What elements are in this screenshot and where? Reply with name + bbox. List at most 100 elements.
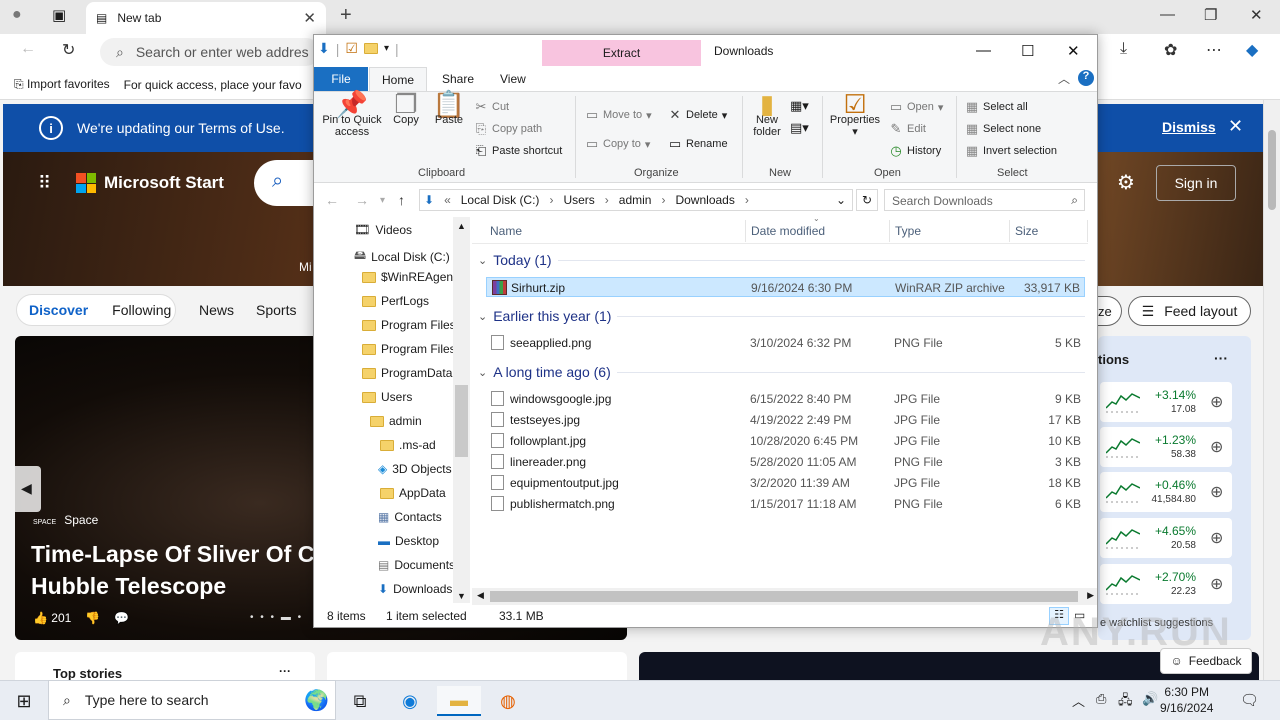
feed-layout-button[interactable]: ☰ Feed layout [1128, 296, 1251, 326]
file-row[interactable]: seeapplied.png 3/10/2024 6:32 PM PNG File 5… [486, 333, 1085, 353]
breadcrumb-chevron-icon[interactable]: › [605, 193, 609, 207]
nav-item[interactable]: Program Files [362, 342, 456, 356]
edge-icon[interactable]: ◉ [388, 686, 432, 716]
back-icon[interactable]: ← [325, 192, 339, 208]
column-divider[interactable] [1087, 220, 1088, 242]
column-divider[interactable] [745, 220, 746, 242]
group-header[interactable]: ⌄ Today (1) [478, 252, 1085, 268]
breadcrumb-chevron-icon[interactable]: › [745, 193, 749, 207]
edit-button[interactable]: ✎ Edit [889, 121, 926, 137]
settings-gear-icon[interactable]: ⚙ [1117, 170, 1135, 195]
nav-item[interactable]: PerfLogs [362, 294, 429, 308]
history-button[interactable]: ◷ History [889, 143, 941, 159]
paste-shortcut-button[interactable]: ⎗ Paste shortcut [474, 143, 563, 159]
file-row[interactable]: testseyes.jpg 4/19/2022 2:49 PM JPG File 17… [486, 410, 1085, 430]
network-icon[interactable]: 🖧 [1118, 691, 1133, 713]
tab-view[interactable]: View [500, 72, 526, 86]
tray-overflow-icon[interactable]: ︿ [1072, 691, 1085, 710]
extract-context-tab[interactable]: Extract [542, 40, 701, 66]
refresh-icon[interactable]: ↻ [62, 40, 75, 60]
column-type[interactable]: Type [895, 224, 921, 238]
downloads-icon[interactable]: ⤓ [1120, 40, 1127, 58]
nav-item[interactable]: Program Files [362, 318, 456, 332]
firefox-icon[interactable]: ◍ [486, 686, 530, 716]
explorer-maximize-icon[interactable]: ☐ [1021, 42, 1034, 60]
dismiss-button[interactable]: Dismiss [1162, 119, 1216, 135]
task-view-icon[interactable]: ⧉ [338, 686, 382, 716]
column-divider[interactable] [1009, 220, 1010, 242]
copy-path-button[interactable]: ⎘ Copy path [474, 121, 542, 137]
close-tab-icon[interactable]: ✕ [303, 9, 316, 27]
up-icon[interactable]: ↑ [398, 192, 405, 208]
file-row[interactable]: Sirhurt.zip 9/16/2024 6:30 PM WinRAR ZIP a… [486, 277, 1085, 297]
path-bar[interactable]: ⬇ « Local Disk (C:) › Users › admin › Download… [419, 189, 853, 211]
move-to-button[interactable]: ▭ Move to ▾ [585, 107, 652, 123]
page-scrollbar[interactable] [1263, 100, 1280, 680]
sign-in-button[interactable]: Sign in [1156, 165, 1236, 201]
taskbar-search[interactable]: ⌕ Type here to search 🌍 [48, 680, 336, 720]
select-all-button[interactable]: ▦ Select all [965, 99, 1028, 115]
group-header[interactable]: ⌄ Earlier this year (1) [478, 308, 1085, 324]
open-button[interactable]: ▭ Open ▾ [889, 99, 944, 115]
msn-search-box[interactable]: ⌕ [254, 160, 314, 206]
close-window-icon[interactable]: ✕ [1250, 6, 1263, 24]
file-list-hscrollbar[interactable]: ◀ ▶ [472, 588, 1097, 605]
nav-item[interactable]: ◈ 3D Objects [378, 462, 452, 476]
column-size[interactable]: Size [1015, 224, 1038, 238]
new-tab-button[interactable]: + [340, 4, 352, 27]
invert-selection-button[interactable]: ▦ Invert selection [965, 143, 1057, 159]
nav-item[interactable]: $WinREAgent [362, 270, 456, 284]
new-folder-button[interactable]: ▮ New folder [748, 91, 786, 138]
path-dropdown-icon[interactable]: ⌄ [836, 193, 846, 207]
address-bar[interactable]: ⌕ Search or enter web addres [100, 38, 320, 66]
tab-discover[interactable]: Discover [29, 302, 88, 318]
add-to-watchlist-icon[interactable]: ⊕ [1210, 574, 1223, 594]
breadcrumb-segment[interactable]: Local Disk (C:) [461, 193, 540, 207]
add-to-watchlist-icon[interactable]: ⊕ [1210, 482, 1223, 502]
explorer-close-icon[interactable]: ✕ [1067, 42, 1080, 60]
down-arrow-icon[interactable]: ⬇ [318, 40, 330, 57]
paste-button[interactable]: 📋 Paste [432, 91, 466, 126]
nav-item[interactable]: admin [370, 414, 422, 428]
file-row[interactable]: linereader.png 5/28/2020 11:05 AM PNG File… [486, 452, 1085, 472]
notification-icon[interactable]: 🗨 [1240, 691, 1259, 709]
file-row[interactable]: windowsgoogle.jpg 6/15/2022 8:40 PM JPG Fi… [486, 389, 1085, 409]
add-to-watchlist-icon[interactable]: ⊕ [1210, 528, 1223, 548]
file-row[interactable]: followplant.jpg 10/28/2020 6:45 PM JPG Fil… [486, 431, 1085, 451]
volume-icon[interactable]: 🔊 [1142, 691, 1158, 707]
column-name[interactable]: Name [490, 224, 522, 238]
file-row[interactable]: equipmentoutput.jpg 3/2/2020 11:39 AM JPG … [486, 473, 1085, 493]
forward-icon[interactable]: → [355, 192, 369, 208]
breadcrumb-segment[interactable]: Users [563, 193, 594, 207]
tab-actions-icon[interactable]: ▣ [52, 6, 66, 24]
nav-item[interactable]: 🖴 Local Disk (C:) [354, 246, 450, 267]
top-stories-more-icon[interactable]: ··· [279, 664, 291, 678]
watchlist-more-icon[interactable]: ··· [1214, 350, 1228, 366]
breadcrumb-segment[interactable]: admin [619, 193, 652, 207]
like-icon[interactable]: 👍 201 [33, 611, 71, 625]
tray-device-icon[interactable]: ⎙ [1096, 691, 1106, 707]
clock[interactable]: 6:30 PM 9/16/2024 [1160, 684, 1213, 716]
properties-check-icon[interactable]: ☑ [345, 40, 358, 57]
properties-button[interactable]: ☑ Properties ▾ [828, 91, 882, 138]
nav-item[interactable]: ▦ Contacts [378, 510, 442, 524]
copy-button[interactable]: ❐ Copy [390, 91, 422, 126]
nav-sports[interactable]: Sports [256, 302, 296, 318]
recent-locations-icon[interactable]: ▾ [380, 195, 385, 206]
search-downloads-input[interactable]: Search Downloads ⌕ [884, 189, 1085, 211]
easy-access-icon[interactable]: ▤▾ [790, 120, 809, 136]
nav-item[interactable]: AppData [380, 486, 446, 500]
minimize-icon[interactable]: — [1160, 6, 1175, 23]
pin-quick-access-button[interactable]: 📌 Pin to Quick access [320, 91, 384, 138]
nav-item[interactable]: .ms-ad [380, 438, 436, 452]
nav-item[interactable]: Users [362, 390, 412, 404]
carousel-prev-icon[interactable]: ◀ [15, 466, 41, 512]
comment-icon[interactable]: 💬 [114, 611, 129, 625]
story-headline[interactable]: Time-Lapse Of Sliver Of Cy Hubble Telesc… [31, 538, 331, 602]
tab-following[interactable]: Following [112, 302, 171, 318]
copilot-icon[interactable]: ◆ [1246, 40, 1258, 60]
tab-file[interactable]: File [314, 67, 368, 91]
explorer-minimize-icon[interactable]: — [976, 42, 991, 59]
back-icon[interactable]: ← [20, 40, 36, 58]
import-favorites-link[interactable]: ⎘ Import favorites [14, 77, 110, 92]
